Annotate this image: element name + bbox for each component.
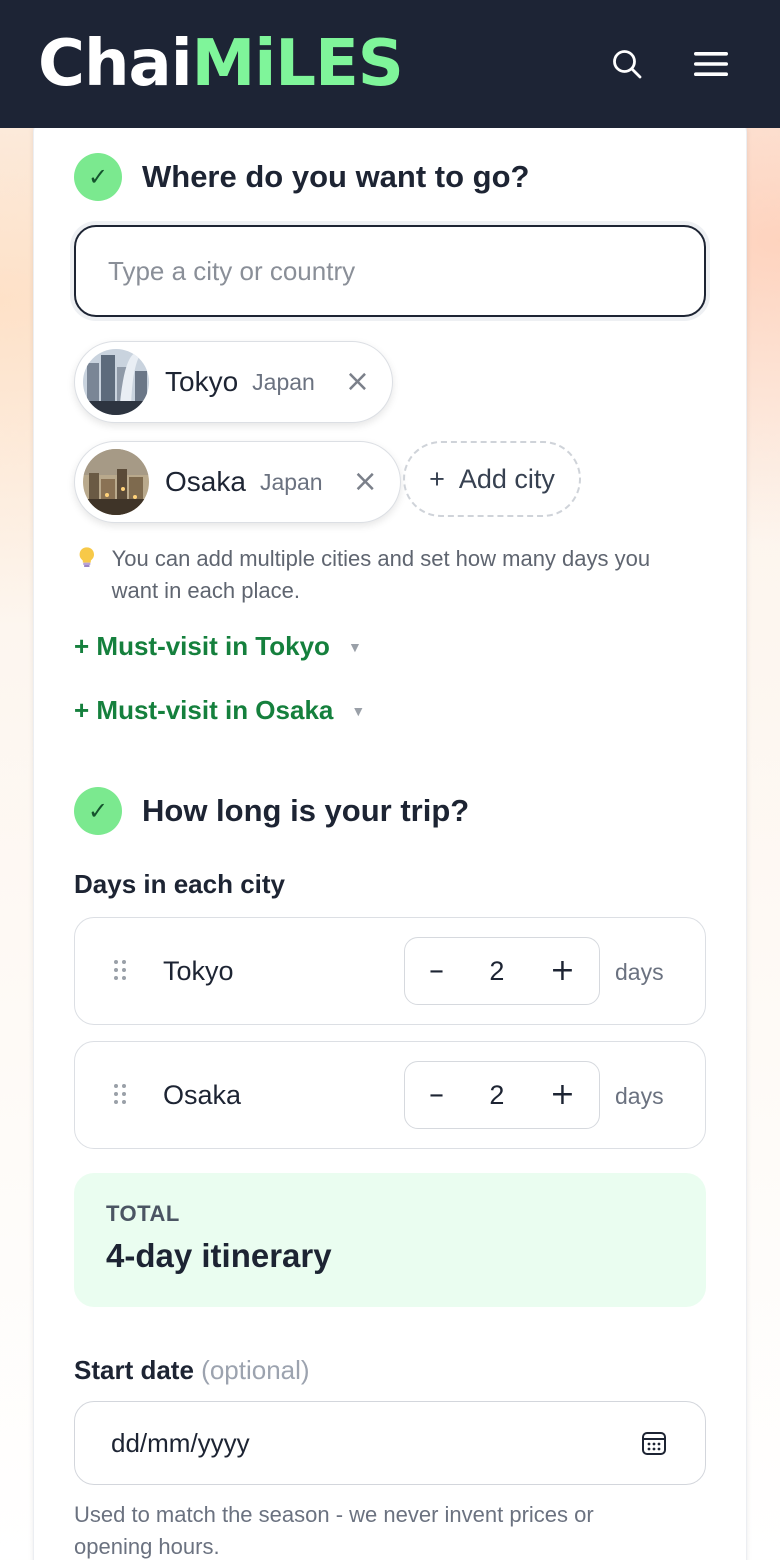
logo[interactable]: ChaiMiLES [38,32,404,96]
destination-title: Where do you want to go? [142,159,530,194]
osaka-photo [83,449,149,515]
tokyo-photo [83,349,149,415]
days-value: 2 [489,955,505,986]
total-summary: TOTAL 4-day itinerary [74,1173,706,1307]
logo-text-miles: MiLES [191,27,404,101]
start-date-label: Start date (optional) [74,1355,310,1386]
start-date-input[interactable]: dd/mm/yyyy [74,1401,706,1485]
remove-city-close-icon[interactable]: × [345,367,370,397]
drag-handle-icon[interactable] [113,959,127,981]
start-date-label-text: Start date [74,1355,194,1385]
chip-city-name: Osaka [165,466,246,497]
days-stepper: – 2 + [404,1061,600,1129]
day-row-osaka: Osaka – 2 + days [74,1041,706,1149]
add-city-label: Add city [458,463,555,494]
increment-button[interactable]: + [550,1080,575,1110]
must-visit-label: + Must-visit in Osaka [74,695,334,725]
must-visit-label: + Must-visit in Tokyo [74,631,330,661]
add-city-button[interactable]: + Add city [403,441,581,517]
decrement-button[interactable]: – [429,1080,444,1110]
check-icon: ✓ [74,787,122,835]
duration-section-header: ✓ How long is your trip? [74,787,469,835]
chip-country-name: Japan [252,368,315,395]
total-label: TOTAL [106,1201,180,1226]
day-row-tokyo: Tokyo – 2 + days [74,917,706,1025]
city-chip-tokyo: Tokyo Japan × [74,341,393,423]
lightbulb-icon [79,547,94,567]
optional-label: (optional) [201,1355,310,1385]
must-visit-osaka-toggle[interactable]: + Must-visit in Osaka ▼ [74,695,365,726]
start-date-help-text: Used to match the season - we never inve… [74,1502,594,1559]
destination-section-header: ✓ Where do you want to go? [74,153,529,201]
city-chip-osaka: Osaka Japan × [74,441,401,523]
days-unit-label: days [615,959,664,985]
drag-handle-icon[interactable] [113,1083,127,1105]
chip-city-name: Tokyo [165,366,239,397]
must-visit-tokyo-toggle[interactable]: + Must-visit in Tokyo ▼ [74,631,362,662]
plus-icon: + [429,463,445,494]
check-icon: ✓ [74,153,122,201]
search-icon[interactable] [610,47,644,81]
trip-planner-card: ✓ Where do you want to go? Tokyo Japan × [33,118,747,1560]
days-value: 2 [489,1079,505,1110]
top-nav: ChaiMiLES [0,0,780,128]
chip-country-name: Japan [259,468,323,495]
calendar-icon[interactable] [641,1430,667,1456]
logo-text-chai: Chai [38,27,193,101]
duration-title: How long is your trip? [142,793,470,828]
total-value: 4-day itinerary [106,1237,332,1274]
tip: You can add multiple cities and set how … [78,543,698,607]
decrement-button[interactable]: – [429,956,444,986]
days-in-each-city-label: Days in each city [74,869,285,899]
day-row-city: Tokyo [163,956,234,986]
caret-down-icon: ▼ [351,702,366,719]
increment-button[interactable]: + [550,956,575,986]
remove-city-close-icon[interactable]: × [353,467,378,497]
caret-down-icon: ▼ [347,638,362,655]
menu-icon[interactable] [694,47,728,81]
days-unit-label: days [615,1083,664,1109]
days-stepper: – 2 + [404,937,600,1005]
destination-search-input[interactable] [74,225,706,317]
date-placeholder: dd/mm/yyyy [111,1427,250,1458]
day-row-city: Osaka [163,1080,242,1110]
tip-text: You can add multiple cities and set how … [111,546,651,603]
